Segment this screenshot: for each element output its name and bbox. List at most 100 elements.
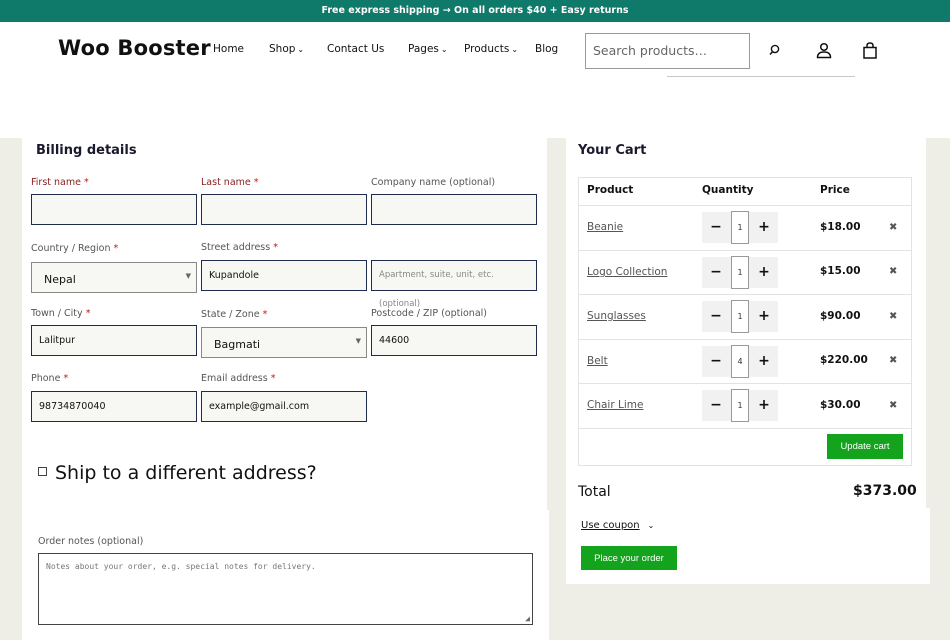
street-label: Street address * [201,242,278,253]
increase-quantity-button[interactable]: + [750,212,778,243]
quantity-stepper: − 1 + [702,256,778,289]
nav-products[interactable]: Products ⌄ [464,43,518,55]
cart-item-price: $30.00 [820,399,861,411]
first-name-field[interactable] [31,194,197,225]
cart-title: Your Cart [578,143,647,158]
row-divider [579,339,911,340]
quantity-input[interactable]: 1 [731,256,749,289]
chevron-down-icon: ⌄ [511,45,519,54]
first-name-label: First name * [31,177,89,188]
dropdown-caret-icon: ▼ [355,337,361,345]
cart-header-product: Product [587,184,634,196]
checkbox-icon[interactable] [38,467,47,476]
ship-different-checkbox[interactable]: Ship to a different address? [38,462,317,484]
quantity-input[interactable]: 4 [731,345,749,378]
quantity-stepper: − 1 + [702,211,778,244]
chevron-down-icon: ⌄ [297,45,305,54]
nav-contact-us[interactable]: Contact Us [327,43,384,55]
promo-bar: Free express shipping → On all orders $4… [0,0,950,22]
row-divider [579,205,911,206]
quantity-stepper: − 1 + [702,300,778,333]
decrease-quantity-button[interactable]: − [702,390,730,421]
quantity-input[interactable]: 1 [731,300,749,333]
apartment-field[interactable]: Apartment, suite, unit, etc. (optional) [371,260,537,309]
country-select[interactable]: Nepal ▼ [31,262,197,293]
quantity-input[interactable]: 1 [731,211,749,244]
total-value: $373.00 [853,483,917,499]
decrease-quantity-button[interactable]: − [702,301,730,332]
quantity-stepper: − 4 + [702,345,778,378]
place-order-button[interactable]: Place your order [581,546,677,570]
use-coupon-toggle[interactable]: Use coupon ⌄ [581,520,654,531]
cart-header-price: Price [820,184,850,196]
search-input[interactable]: Search products… [585,33,750,69]
cart-item-price: $220.00 [820,354,868,366]
nav-blog[interactable]: Blog [535,43,558,55]
decrease-quantity-button[interactable]: − [702,346,730,377]
remove-item-icon[interactable]: ✖ [889,222,897,233]
state-select[interactable]: Bagmati ▼ [201,327,367,358]
remove-item-icon[interactable]: ✖ [889,311,897,322]
order-notes-textarea[interactable]: Notes about your order, e.g. special not… [38,553,533,625]
quantity-input[interactable]: 1 [731,389,749,422]
decrease-quantity-button[interactable]: − [702,212,730,243]
search-placeholder: Search products… [593,43,708,58]
site-header: Woo Booster Home Shop ⌄ Contact Us Pages ⌄… [0,22,950,80]
increase-quantity-button[interactable]: + [750,301,778,332]
order-notes-label: Order notes (optional) [38,536,144,547]
phone-field[interactable]: 98734870040 [31,391,197,422]
nav-home[interactable]: Home [213,43,244,55]
town-label: Town / City * [31,308,91,319]
row-divider [579,383,911,384]
country-label: Country / Region * [31,243,119,254]
remove-item-icon[interactable]: ✖ [889,355,897,366]
chevron-down-icon: ⌄ [647,521,655,530]
company-field[interactable] [371,194,537,225]
row-divider [579,294,911,295]
town-field[interactable]: Lalitpur [31,325,197,356]
increase-quantity-button[interactable]: + [750,346,778,377]
nav-pages[interactable]: Pages ⌄ [408,43,448,55]
cart-item-price: $90.00 [820,310,861,322]
dropdown-caret-icon: ▼ [185,272,191,280]
remove-item-icon[interactable]: ✖ [889,400,897,411]
row-divider [579,250,911,251]
remove-item-icon[interactable]: ✖ [889,266,897,277]
cart-item-price: $18.00 [820,221,861,233]
update-cart-button[interactable]: Update cart [827,434,903,459]
state-label: State / Zone * [201,309,268,320]
order-notes-placeholder: Notes about your order, e.g. special not… [46,562,316,571]
email-label: Email address * [201,373,276,384]
cart-item-name[interactable]: Belt [587,355,608,367]
cart-item-name[interactable]: Logo Collection [587,266,667,278]
shopping-bag-icon[interactable] [859,40,881,62]
postcode-label: Postcode / ZIP (optional) [371,308,487,319]
cart-item-price: $15.00 [820,265,861,277]
cart-item-name[interactable]: Beanie [587,221,623,233]
total-label: Total [578,484,611,500]
cart-item-name[interactable]: Chair Lime [587,399,643,411]
resize-handle-icon[interactable]: ◢ [525,614,530,623]
header-divider [667,76,855,77]
use-coupon-label: Use coupon [581,520,640,531]
nav-shop[interactable]: Shop ⌄ [269,43,304,55]
chevron-down-icon: ⌄ [440,45,448,54]
site-logo[interactable]: Woo Booster [58,36,211,60]
cart-item-name[interactable]: Sunglasses [587,310,646,322]
email-field[interactable]: example@gmail.com [201,391,367,422]
last-name-field[interactable] [201,194,367,225]
street-address-field[interactable]: Kupandole [201,260,367,291]
cart-header-quantity: Quantity [702,184,754,196]
last-name-label: Last name * [201,177,259,188]
search-icon[interactable] [764,40,786,62]
user-icon[interactable] [813,40,835,62]
ship-different-label: Ship to a different address? [55,462,317,484]
promo-text: Free express shipping → On all orders $4… [321,5,629,16]
billing-title: Billing details [36,143,137,158]
decrease-quantity-button[interactable]: − [702,257,730,288]
increase-quantity-button[interactable]: + [750,257,778,288]
phone-label: Phone * [31,373,69,384]
increase-quantity-button[interactable]: + [750,390,778,421]
quantity-stepper: − 1 + [702,389,778,422]
postcode-field[interactable]: 44600 [371,325,537,356]
